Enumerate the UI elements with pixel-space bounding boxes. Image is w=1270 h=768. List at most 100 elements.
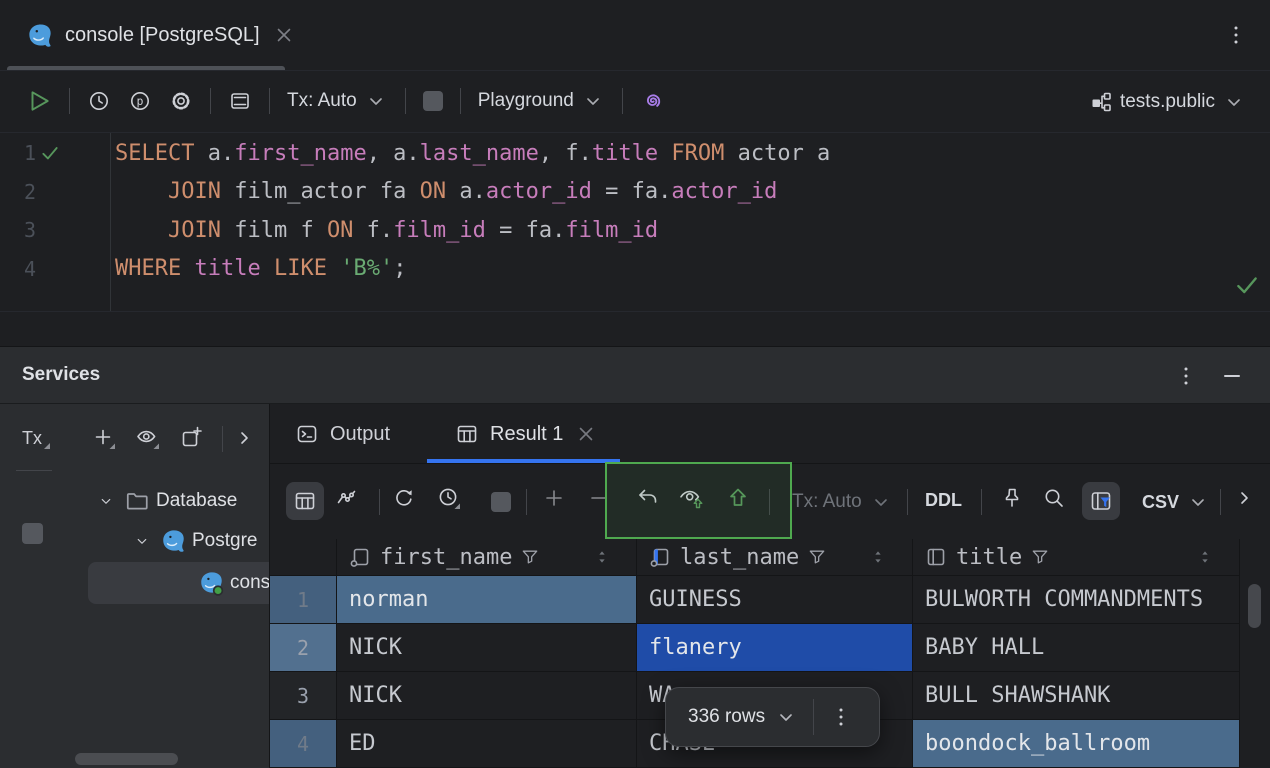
code-line-3[interactable]: 3 JOIN film f ON f.film_id = fa.film_id <box>0 211 1270 249</box>
search-icon[interactable] <box>1042 486 1066 510</box>
editor-empty-space <box>0 312 1270 346</box>
row-count-popup: 336 rows <box>665 687 880 747</box>
grid-cell[interactable]: boondock_ballroom <box>913 720 1240 768</box>
grid-scrollbar-thumb[interactable] <box>1248 584 1261 628</box>
view-options-icon[interactable] <box>136 426 160 450</box>
schema-switcher[interactable]: tests.public <box>1089 70 1246 133</box>
export-format-dropdown[interactable]: CSV <box>1142 490 1210 514</box>
column-header-first_name[interactable]: first_name <box>337 539 637 576</box>
ddl-button[interactable]: DDL <box>925 490 962 511</box>
row-number-cell[interactable]: 2 <box>270 624 337 672</box>
submit-changes-icon[interactable] <box>726 486 750 510</box>
tab-result-1[interactable]: Result 1 <box>455 404 598 464</box>
stop-button-disabled[interactable] <box>423 91 443 111</box>
in-editor-results-icon[interactable] <box>228 89 252 113</box>
grid-cell[interactable]: BULL SHAWSHANK <box>913 672 1240 720</box>
row-number-cell[interactable]: 1 <box>270 576 337 624</box>
grid-cell[interactable]: BABY HALL <box>913 624 1240 672</box>
schema-label: tests.public <box>1120 91 1215 113</box>
filter-button-selected[interactable] <box>1082 482 1120 520</box>
sql-editor[interactable]: 1SELECT a.first_name, a.last_name, f.tit… <box>0 133 1270 312</box>
schedule-refresh-icon[interactable] <box>437 486 461 510</box>
separator <box>405 88 406 114</box>
code-line-4[interactable]: 4WHERE title LIKE 'B%'; <box>0 250 1270 288</box>
column-stripe-icon <box>924 545 948 569</box>
postgresql-icon <box>26 22 53 49</box>
services-options-kebab-icon[interactable] <box>1174 364 1198 388</box>
chevron-down-icon[interactable] <box>97 492 115 510</box>
expand-toolbar-chevron-icon[interactable] <box>232 426 256 450</box>
preview-pending-changes-icon[interactable] <box>679 486 703 510</box>
chevron-down-icon[interactable] <box>133 532 151 550</box>
run-button[interactable] <box>26 88 52 114</box>
column-name: title <box>956 545 1022 570</box>
playground-dropdown[interactable]: Playground <box>478 89 605 113</box>
separator <box>222 426 223 452</box>
settings-gear-icon[interactable] <box>169 89 193 113</box>
pin-tab-icon[interactable] <box>1000 486 1024 510</box>
tree-item-database[interactable]: Database <box>0 481 269 521</box>
grid-cell[interactable]: BULWORTH COMMANDMENTS <box>913 576 1240 624</box>
column-header-last_name[interactable]: last_name <box>637 539 913 576</box>
refresh-icon[interactable] <box>392 486 416 510</box>
session-swirl-icon[interactable] <box>640 88 666 114</box>
close-tab-icon[interactable] <box>272 23 296 47</box>
open-in-new-tab-icon[interactable] <box>180 426 204 450</box>
tab-options-kebab-icon[interactable] <box>1224 23 1248 47</box>
revert-changes-icon[interactable] <box>636 486 660 510</box>
popup-kebab-icon[interactable] <box>829 705 853 729</box>
separator <box>1220 489 1221 515</box>
filter-funnel-icon[interactable] <box>520 547 540 567</box>
grid-cell[interactable]: norman <box>337 576 637 624</box>
column-header-title[interactable]: title <box>913 539 1240 576</box>
table-view-button-selected[interactable] <box>286 482 324 520</box>
grid-cell[interactable]: NICK <box>337 672 637 720</box>
sort-arrows-icon[interactable] <box>1197 549 1213 565</box>
sort-arrows-icon[interactable] <box>870 549 886 565</box>
add-service-button[interactable] <box>92 426 116 450</box>
parameters-icon[interactable]: p <box>128 89 152 113</box>
separator <box>69 88 70 114</box>
tree-item-cons[interactable]: cons <box>0 562 269 604</box>
statement-executed-check-icon <box>40 143 60 163</box>
tree-item-postgre[interactable]: Postgre <box>0 521 269 561</box>
console-toolbar: p Tx: Auto Playground tests.public <box>0 70 1270 133</box>
filter-funnel-icon[interactable] <box>807 547 827 567</box>
code-line-2[interactable]: 2 JOIN film_actor fa ON a.actor_id = fa.… <box>0 173 1270 211</box>
code-text: SELECT a.first_name, a.last_name, f.titl… <box>115 141 830 166</box>
code-line-1[interactable]: 1SELECT a.first_name, a.last_name, f.tit… <box>0 134 1270 172</box>
minimize-panel-icon[interactable] <box>1220 364 1244 388</box>
filter-funnel-icon[interactable] <box>1030 547 1050 567</box>
delete-row-icon[interactable] <box>587 486 611 510</box>
chevron-down-icon <box>1222 90 1246 114</box>
sidebar-tx-button[interactable]: Tx <box>22 428 42 449</box>
row-count-label: 336 rows <box>688 706 765 728</box>
sort-arrows-icon[interactable] <box>594 549 610 565</box>
more-toolbar-chevron-icon[interactable] <box>1232 486 1256 510</box>
editor-tab-bar: console [PostgreSQL] <box>0 0 1270 71</box>
console-file-tab[interactable]: console [PostgreSQL] <box>8 0 314 70</box>
grid-cell[interactable]: flanery <box>637 624 913 672</box>
history-icon[interactable] <box>87 89 111 113</box>
row-number-header[interactable] <box>270 539 337 576</box>
grid-cell[interactable]: ED <box>337 720 637 768</box>
row-number-cell[interactable]: 4 <box>270 720 337 768</box>
separator <box>210 88 211 114</box>
grid-cell[interactable]: GUINESS <box>637 576 913 624</box>
result-stop-button-disabled[interactable] <box>491 492 511 512</box>
sidebar-hscrollbar-thumb[interactable] <box>75 753 178 765</box>
tab-output[interactable]: Output <box>295 404 390 464</box>
row-number-cell[interactable]: 3 <box>270 672 337 720</box>
close-result-tab-icon[interactable] <box>574 422 598 446</box>
tx-mode-dropdown[interactable]: Tx: Auto <box>287 89 388 113</box>
playground-label: Playground <box>478 90 574 112</box>
tree-item-label: cons <box>230 572 270 594</box>
add-row-icon[interactable] <box>542 486 566 510</box>
tree-item-label: Postgre <box>192 530 257 552</box>
grid-cell[interactable]: NICK <box>337 624 637 672</box>
separator <box>622 88 623 114</box>
result-tx-mode-dropdown-disabled[interactable]: Tx: Auto <box>792 490 893 514</box>
row-count-chevron-icon[interactable] <box>774 705 798 729</box>
chart-view-icon[interactable] <box>335 486 359 510</box>
svg-text:p: p <box>137 94 144 108</box>
